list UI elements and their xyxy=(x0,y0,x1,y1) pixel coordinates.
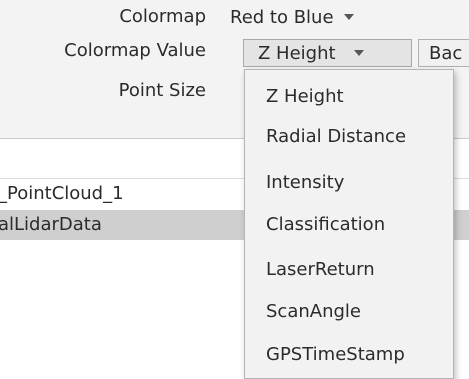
dropdown-option-classification[interactable]: Classification xyxy=(266,214,385,236)
dropdown-option-laser-return[interactable]: LaserReturn xyxy=(266,259,375,281)
dropdown-option-radial-distance[interactable]: Radial Distance xyxy=(266,126,406,148)
colormap-value-label: Colormap Value xyxy=(64,40,206,61)
dropdown-option-intensity[interactable]: Intensity xyxy=(266,172,344,194)
dropdown-option-z-height[interactable]: Z Height xyxy=(266,86,344,108)
tree-row-label: _PointCloud_1 xyxy=(0,183,124,204)
colormap-value-select[interactable]: Z Height xyxy=(243,39,412,67)
colormap-label: Colormap xyxy=(119,6,206,27)
colormap-value-select-value: Z Height xyxy=(258,42,336,64)
background-button-label: Bac xyxy=(429,42,463,64)
tree-row-label: alLidarData xyxy=(0,214,102,235)
colormap-value-dropdown: Z Height Radial Distance Intensity Class… xyxy=(244,69,454,379)
point-size-label: Point Size xyxy=(118,80,206,101)
chevron-down-icon xyxy=(343,14,354,20)
dropdown-option-gps-time-stamp[interactable]: GPSTimeStamp xyxy=(266,344,405,366)
background-button[interactable]: Bac xyxy=(418,39,469,67)
colormap-select-value: Red to Blue xyxy=(230,6,334,28)
chevron-down-icon xyxy=(353,50,364,56)
colormap-select[interactable]: Red to Blue xyxy=(230,5,354,29)
dropdown-option-scan-angle[interactable]: ScanAngle xyxy=(266,301,361,323)
